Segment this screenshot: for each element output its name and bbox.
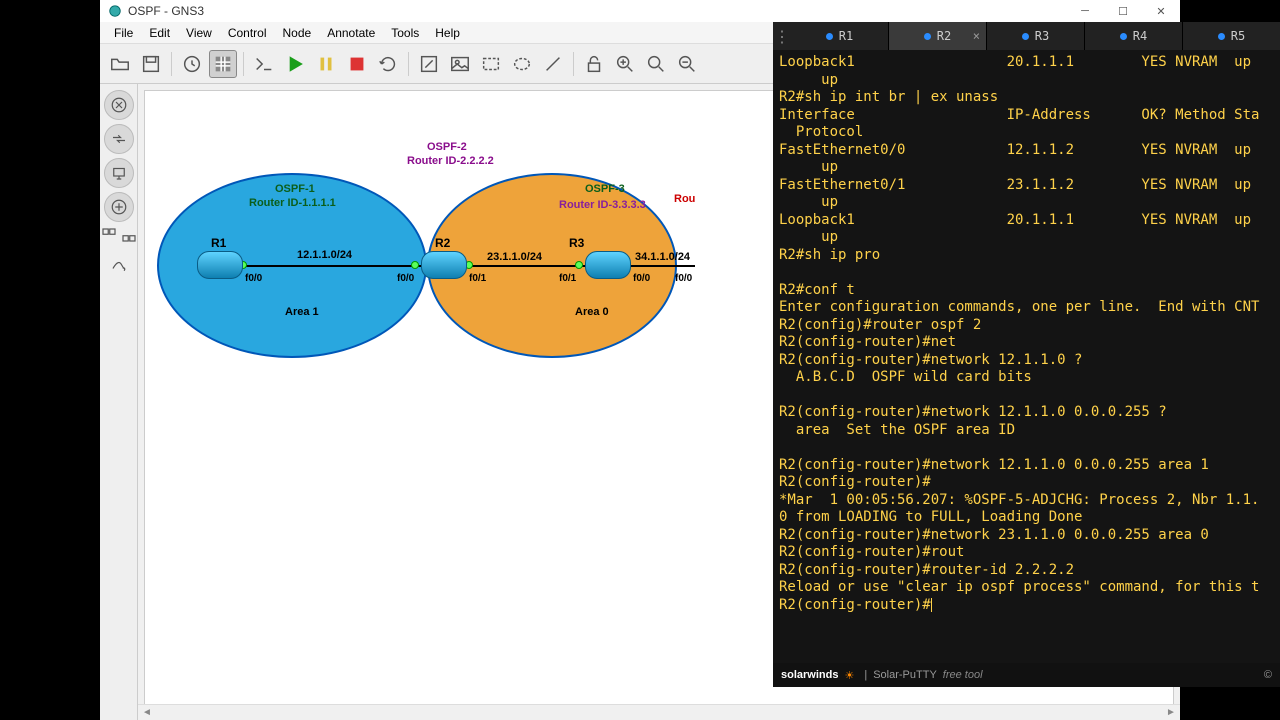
footer-tag: free tool xyxy=(943,669,983,681)
link12-label: 12.1.1.0/24 xyxy=(297,249,352,261)
line-icon[interactable] xyxy=(539,50,567,78)
router-r3[interactable] xyxy=(585,251,631,279)
history-icon[interactable] xyxy=(178,50,206,78)
link-tool-icon[interactable] xyxy=(104,252,134,282)
tab-r3[interactable]: R3 xyxy=(987,22,1085,50)
h-scrollbar[interactable]: ◄► xyxy=(138,704,1180,720)
maximize-button[interactable]: ☐ xyxy=(1104,0,1142,22)
if-label: f0/0 xyxy=(633,273,650,284)
menu-edit[interactable]: Edit xyxy=(141,26,178,40)
menu-view[interactable]: View xyxy=(178,26,220,40)
console-icon[interactable] xyxy=(250,50,278,78)
tab-r4[interactable]: R4 xyxy=(1085,22,1183,50)
status-dot xyxy=(411,261,419,269)
switches-icon[interactable] xyxy=(104,124,134,154)
tab-r1[interactable]: R1 xyxy=(791,22,889,50)
tab-r5[interactable]: R5 xyxy=(1183,22,1280,50)
tab-r2[interactable]: R2× xyxy=(889,22,987,50)
all-devices-icon[interactable] xyxy=(100,226,118,244)
footer-copy: © xyxy=(1264,669,1272,681)
menu-file[interactable]: File xyxy=(106,26,141,40)
menu-tools[interactable]: Tools xyxy=(383,26,427,40)
app-icon xyxy=(108,4,122,18)
end-devices-icon[interactable] xyxy=(104,158,134,188)
routerid1-label: Router ID-1.1.1.1 xyxy=(249,197,336,209)
menu-control[interactable]: Control xyxy=(220,26,275,40)
menu-annotate[interactable]: Annotate xyxy=(319,26,383,40)
footer-app: Solar-PuTTY xyxy=(873,669,937,681)
link23-label: 23.1.1.0/24 xyxy=(487,251,542,263)
menu-help[interactable]: Help xyxy=(427,26,468,40)
window-title: OSPF - GNS3 xyxy=(128,4,204,18)
link34-label: 34.1.1.0/24 xyxy=(635,251,690,263)
titlebar: OSPF - GNS3 ─ ☐ ✕ xyxy=(100,0,1180,22)
start-icon[interactable] xyxy=(281,50,309,78)
r3-label: R3 xyxy=(569,236,584,250)
footer-brand: solarwinds xyxy=(781,669,838,681)
pause-icon[interactable] xyxy=(312,50,340,78)
if-label: f0/0 xyxy=(245,273,262,284)
routers-icon[interactable] xyxy=(104,90,134,120)
routerid3-label: Router ID-3.3.3.3 xyxy=(559,199,646,211)
image-icon[interactable] xyxy=(446,50,474,78)
r1-label: R1 xyxy=(211,236,226,250)
if-label: f0/0 xyxy=(397,273,414,284)
area1-label: Area 1 xyxy=(285,306,319,318)
lock-icon[interactable] xyxy=(580,50,608,78)
ospf2-label: OSPF-2 xyxy=(427,141,467,153)
annotate-icon[interactable] xyxy=(415,50,443,78)
rect-icon[interactable] xyxy=(477,50,505,78)
if-label: f0/0 xyxy=(675,273,692,284)
security-icon[interactable] xyxy=(104,192,134,222)
menu-node[interactable]: Node xyxy=(275,26,320,40)
minimize-button[interactable]: ─ xyxy=(1066,0,1104,22)
save-icon[interactable] xyxy=(137,50,165,78)
ospf3-label: OSPF-3 xyxy=(585,183,625,195)
ospf1-label: OSPF-1 xyxy=(275,183,315,195)
app-window: OSPF - GNS3 ─ ☐ ✕ File Edit View Control… xyxy=(100,0,1180,720)
close-tab-icon[interactable]: × xyxy=(973,29,980,43)
status-dot xyxy=(575,261,583,269)
terminal-tabs: ⋮ R1 R2× R3 R4 R5 xyxy=(773,22,1280,50)
area0-label: Area 0 xyxy=(575,306,609,318)
zoom-out-icon[interactable] xyxy=(673,50,701,78)
stop-icon[interactable] xyxy=(343,50,371,78)
ellipse-icon[interactable] xyxy=(508,50,536,78)
terminal-panel: ⋮ R1 R2× R3 R4 R5 Loopback1 20.1.1.1 YES… xyxy=(773,22,1280,687)
router-r1[interactable] xyxy=(197,251,243,279)
router-r2[interactable] xyxy=(421,251,467,279)
zoom-in-icon[interactable] xyxy=(611,50,639,78)
zoom-reset-icon[interactable] xyxy=(642,50,670,78)
if-label: f0/1 xyxy=(469,273,486,284)
all-devices2-icon[interactable] xyxy=(120,226,138,244)
snap-grid-icon[interactable] xyxy=(209,50,237,78)
routerid2-label: Router ID-2.2.2.2 xyxy=(407,155,494,167)
open-icon[interactable] xyxy=(106,50,134,78)
r2-label: R2 xyxy=(435,236,450,250)
reload-icon[interactable] xyxy=(374,50,402,78)
side-toolbar xyxy=(100,84,138,720)
terminal-footer: solarwinds ☀ | Solar-PuTTY free tool © xyxy=(773,663,1280,687)
routerid-partial-label: Rou xyxy=(674,193,695,205)
terminal-body[interactable]: Loopback1 20.1.1.1 YES NVRAM up up R2#sh… xyxy=(773,50,1280,663)
grip-icon[interactable]: ⋮ xyxy=(773,27,791,46)
close-button[interactable]: ✕ xyxy=(1142,0,1180,22)
if-label: f0/1 xyxy=(559,273,576,284)
